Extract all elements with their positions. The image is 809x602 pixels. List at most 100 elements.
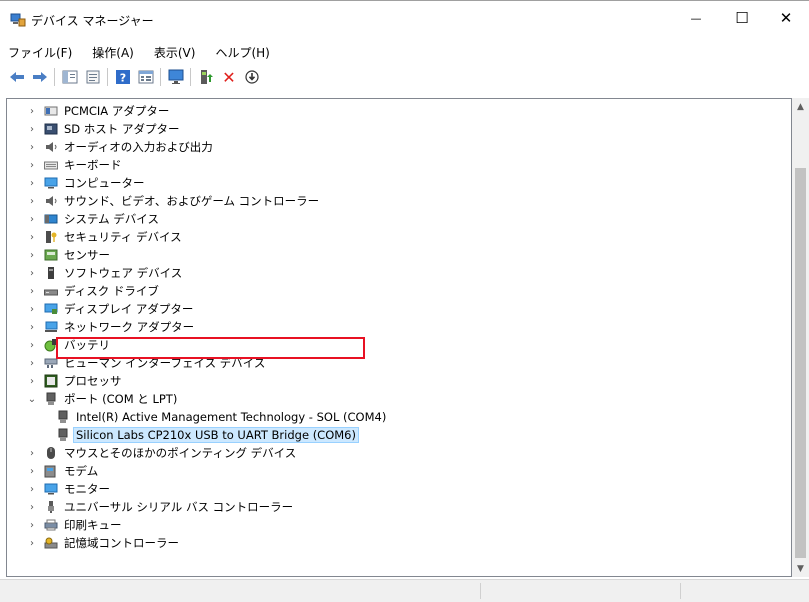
tree-item-disk-drives[interactable]: › ディスク ドライブ bbox=[7, 282, 787, 300]
chevron-right-icon[interactable]: › bbox=[26, 322, 38, 333]
tree-item-display-adapters[interactable]: › ディスプレイ アダプター bbox=[7, 300, 787, 318]
update-driver-icon bbox=[201, 70, 213, 84]
menu-file[interactable]: ファイル(F) bbox=[0, 41, 78, 63]
disk-drive-icon bbox=[44, 285, 58, 298]
tree-item-software-devices[interactable]: › ソフトウェア デバイス bbox=[7, 264, 787, 282]
maximize-button[interactable]: ☐ bbox=[719, 1, 765, 35]
enable-device-button[interactable] bbox=[241, 66, 263, 88]
scan-hardware-button[interactable] bbox=[165, 66, 187, 88]
tree-item-usb-controllers[interactable]: › ユニバーサル シリアル バス コントローラー bbox=[7, 498, 787, 516]
tree-item-system-devices[interactable]: › システム デバイス bbox=[7, 210, 787, 228]
tree-item-audio-io[interactable]: › オーディオの入力および出力 bbox=[7, 138, 787, 156]
chevron-right-icon[interactable]: › bbox=[26, 448, 38, 459]
device-manager-icon bbox=[10, 13, 26, 27]
tree-item-security-devices[interactable]: › セキュリティ デバイス bbox=[7, 228, 787, 246]
tree-item-mice[interactable]: › マウスとそのほかのポインティング デバイス bbox=[7, 444, 787, 462]
chevron-right-icon[interactable]: › bbox=[26, 214, 38, 225]
tree-item-label: PCMCIA アダプター bbox=[64, 104, 170, 118]
vertical-scrollbar[interactable]: ▲ ▼ bbox=[792, 98, 809, 577]
help-button[interactable]: ? bbox=[112, 66, 134, 88]
status-separator bbox=[480, 583, 481, 599]
menu-bar: ファイル(F) 操作(A) 表示(V) ヘルプ(H) bbox=[0, 41, 284, 63]
chevron-right-icon[interactable]: › bbox=[26, 502, 38, 513]
tree-item-label: ソフトウェア デバイス bbox=[64, 266, 183, 280]
tree-item-storage-controllers[interactable]: › 記憶域コントローラー bbox=[7, 534, 787, 552]
tree-item-sound-video-game[interactable]: › サウンド、ビデオ、およびゲーム コントローラー bbox=[7, 192, 787, 210]
tree-item-keyboard[interactable]: › キーボード bbox=[7, 156, 787, 174]
chevron-right-icon[interactable]: › bbox=[26, 484, 38, 495]
maximize-icon: ☐ bbox=[735, 9, 749, 27]
chevron-right-icon[interactable]: › bbox=[26, 466, 38, 477]
help-icon: ? bbox=[116, 70, 130, 85]
tree-item-label: コンピューター bbox=[64, 176, 145, 190]
tree-item-label: 印刷キュー bbox=[64, 518, 122, 532]
tree-item-label: SD ホスト アダプター bbox=[64, 122, 180, 136]
chevron-down-icon[interactable]: ⌄ bbox=[26, 394, 38, 405]
properties-button[interactable] bbox=[82, 66, 104, 88]
menu-help[interactable]: ヘルプ(H) bbox=[209, 41, 275, 63]
chevron-right-icon[interactable]: › bbox=[26, 250, 38, 261]
speaker-icon bbox=[44, 195, 58, 208]
tree-item-label: セキュリティ デバイス bbox=[64, 230, 182, 244]
tree-item-label: マウスとそのほかのポインティング デバイス bbox=[64, 446, 297, 460]
tree-item-pcmcia[interactable]: › PCMCIA アダプター bbox=[7, 102, 787, 120]
tree-item-label: オーディオの入力および出力 bbox=[64, 140, 213, 154]
tree-item-ports[interactable]: ⌄ ポート (COM と LPT) bbox=[7, 390, 787, 408]
network-adapter-icon bbox=[44, 321, 58, 334]
tree-item-label: ポート (COM と LPT) bbox=[64, 392, 178, 406]
chevron-right-icon[interactable]: › bbox=[26, 142, 38, 153]
pcmcia-adapter-icon bbox=[44, 105, 58, 118]
view-button[interactable] bbox=[135, 66, 157, 88]
processor-icon bbox=[44, 374, 58, 388]
display-adapter-icon bbox=[44, 303, 58, 316]
chevron-right-icon[interactable]: › bbox=[26, 304, 38, 315]
chevron-right-icon[interactable]: › bbox=[26, 520, 38, 531]
chevron-right-icon[interactable]: › bbox=[26, 538, 38, 549]
minimize-button[interactable]: — bbox=[673, 1, 719, 35]
chevron-right-icon[interactable]: › bbox=[26, 124, 38, 135]
status-bar bbox=[0, 579, 809, 602]
chevron-right-icon[interactable]: › bbox=[26, 106, 38, 117]
tree-item-sd-host[interactable]: › SD ホスト アダプター bbox=[7, 120, 787, 138]
chevron-right-icon[interactable]: › bbox=[26, 196, 38, 207]
system-devices-icon bbox=[44, 213, 58, 226]
port-icon bbox=[44, 392, 58, 406]
remove-icon: ✕ bbox=[222, 67, 236, 87]
forward-button[interactable] bbox=[29, 66, 51, 88]
tree-item-intel-amt-sol[interactable]: Intel(R) Active Management Technology - … bbox=[7, 408, 787, 426]
sensor-icon bbox=[44, 249, 58, 262]
chevron-right-icon[interactable]: › bbox=[26, 178, 38, 189]
chevron-right-icon[interactable]: › bbox=[26, 376, 38, 387]
toolbar: ? ✕ bbox=[0, 64, 809, 90]
chevron-right-icon[interactable]: › bbox=[26, 340, 38, 351]
chevron-right-icon[interactable]: › bbox=[26, 268, 38, 279]
port-icon bbox=[56, 428, 70, 442]
minimize-icon: — bbox=[690, 11, 702, 25]
menu-view[interactable]: 表示(V) bbox=[148, 41, 202, 63]
tree-item-network-adapters[interactable]: › ネットワーク アダプター bbox=[7, 318, 787, 336]
tree-item-processors[interactable]: › プロセッサ bbox=[7, 372, 787, 390]
close-button[interactable]: ✕ bbox=[763, 1, 809, 35]
tree-item-label: サウンド、ビデオ、およびゲーム コントローラー bbox=[64, 194, 320, 208]
back-button[interactable] bbox=[6, 66, 28, 88]
menu-action[interactable]: 操作(A) bbox=[86, 41, 140, 63]
tree-item-sensors[interactable]: › センサー bbox=[7, 246, 787, 264]
tree-item-print-queues[interactable]: › 印刷キュー bbox=[7, 516, 787, 534]
scroll-up-icon[interactable]: ▲ bbox=[792, 98, 809, 115]
tree-item-label: システム デバイス bbox=[64, 212, 159, 226]
uninstall-device-button[interactable]: ✕ bbox=[218, 66, 240, 88]
scrollbar-thumb[interactable] bbox=[795, 168, 806, 558]
chevron-right-icon[interactable]: › bbox=[26, 286, 38, 297]
tree-item-modems[interactable]: › モデム bbox=[7, 462, 787, 480]
scroll-down-icon[interactable]: ▼ bbox=[792, 560, 809, 577]
tree-item-monitors[interactable]: › モニター bbox=[7, 480, 787, 498]
tree-item-label: ユニバーサル シリアル バス コントローラー bbox=[64, 500, 294, 514]
tree-item-silicon-labs-cp210x[interactable]: Silicon Labs CP210x USB to UART Bridge (… bbox=[7, 426, 787, 444]
show-hide-console-tree-button[interactable] bbox=[59, 66, 81, 88]
chevron-right-icon[interactable]: › bbox=[26, 160, 38, 171]
update-driver-button[interactable] bbox=[195, 66, 217, 88]
tree-item-computer[interactable]: › コンピューター bbox=[7, 174, 787, 192]
chevron-right-icon[interactable]: › bbox=[26, 358, 38, 369]
chevron-right-icon[interactable]: › bbox=[26, 232, 38, 243]
tree-item-label: 記憶域コントローラー bbox=[64, 536, 179, 550]
